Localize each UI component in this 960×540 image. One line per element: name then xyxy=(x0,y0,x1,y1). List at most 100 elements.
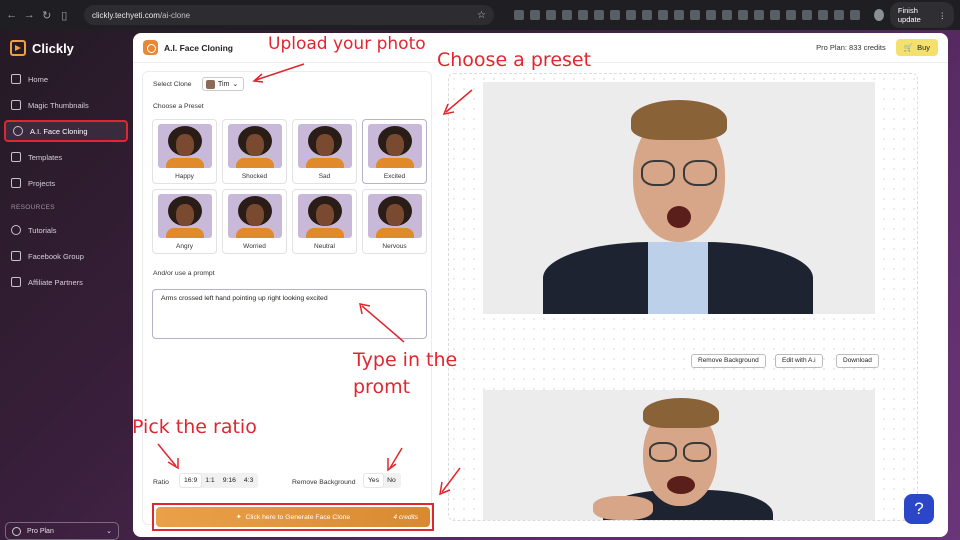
preset-label: Worried xyxy=(243,243,266,250)
extension-icon[interactable] xyxy=(578,10,588,20)
extension-icon[interactable] xyxy=(530,10,540,20)
preset-sad[interactable]: Sad xyxy=(292,119,357,184)
more-icon: ⋮ xyxy=(938,10,947,20)
finish-update-button[interactable]: Finish update ⋮ xyxy=(889,2,954,28)
plan-selector[interactable]: Pro Plan ⌄ xyxy=(5,522,119,540)
ratio-option-16-9[interactable]: 16:9 xyxy=(180,474,202,487)
preset-label: Excited xyxy=(383,173,406,180)
remove-background-label: Remove Background xyxy=(292,479,356,486)
sidebar-item-facebook-group[interactable]: Facebook Group xyxy=(4,245,128,267)
extension-icon[interactable] xyxy=(642,10,652,20)
sidebar-item-home[interactable]: Home xyxy=(4,68,128,90)
brand-logo[interactable]: Clickly xyxy=(10,40,74,56)
sidebar-item-label: A.I. Face Cloning xyxy=(30,126,88,136)
preset-shocked[interactable]: Shocked xyxy=(222,119,287,184)
preset-angry[interactable]: Angry xyxy=(152,189,217,254)
bookmark-star-icon[interactable]: ☆ xyxy=(477,10,486,21)
sidebar: Clickly Home Magic Thumbnails A.I. Face … xyxy=(0,30,132,540)
sparkle-icon: ✦ xyxy=(235,514,242,521)
preset-label: Shocked xyxy=(241,173,268,180)
figure-mouth xyxy=(667,476,695,494)
sidebar-item-label: Magic Thumbnails xyxy=(28,100,89,110)
page-title: A.I. Face Cloning xyxy=(164,42,233,53)
remove-background-no[interactable]: No xyxy=(383,474,400,487)
extension-icon[interactable] xyxy=(514,10,524,20)
extension-icon[interactable] xyxy=(802,10,812,20)
sidebar-item-tutorials[interactable]: Tutorials xyxy=(4,219,128,241)
annotation-upload: Upload your photo xyxy=(268,34,426,54)
generate-label: Click here to Generate Face Clone xyxy=(245,513,351,521)
preset-nervous[interactable]: Nervous xyxy=(362,189,427,254)
extension-icon[interactable] xyxy=(706,10,716,20)
clone-avatar xyxy=(206,79,215,89)
extension-icon[interactable] xyxy=(658,10,668,20)
clone-select[interactable]: Tim ⌄ xyxy=(202,77,244,91)
extension-icon[interactable] xyxy=(850,10,860,20)
sidebar-item-face-cloning[interactable]: A.I. Face Cloning xyxy=(4,120,128,142)
preset-neutral[interactable]: Neutral xyxy=(292,189,357,254)
clone-form: Select Clone Tim ⌄ Choose a Preset Happy… xyxy=(142,71,434,531)
extension-icon[interactable] xyxy=(690,10,700,20)
extension-icon[interactable] xyxy=(562,10,572,20)
remove-background-button[interactable]: Remove Background xyxy=(691,354,766,368)
extension-icon[interactable] xyxy=(722,10,732,20)
sidebar-toggle-icon[interactable]: ▯ xyxy=(59,9,71,22)
brand-name: Clickly xyxy=(32,40,74,56)
extension-icon[interactable] xyxy=(610,10,620,20)
edit-with-ai-button[interactable]: Edit with A.i xyxy=(775,354,823,368)
result-image[interactable] xyxy=(483,390,875,520)
chevron-down-icon: ⌄ xyxy=(106,528,112,535)
extension-icon[interactable] xyxy=(626,10,636,20)
preset-thumbnail xyxy=(297,194,352,238)
address-bar[interactable]: clickly.techyeti.com /ai-clone ☆ xyxy=(84,5,494,25)
remove-background-toggle: Yes No xyxy=(363,473,401,488)
extension-icon[interactable] xyxy=(834,10,844,20)
buy-button[interactable]: 🛒 Buy xyxy=(895,39,938,56)
forward-icon[interactable]: → xyxy=(24,9,36,21)
prompt-value: Arms crossed left hand pointing up right… xyxy=(161,295,328,302)
reload-icon[interactable]: ↻ xyxy=(41,9,53,22)
credits-display: Pro Plan: 833 credits xyxy=(816,43,886,52)
sidebar-item-projects[interactable]: Projects xyxy=(4,172,128,194)
sidebar-item-templates[interactable]: Templates xyxy=(4,146,128,168)
extensions-bar xyxy=(514,10,860,20)
extension-icon[interactable] xyxy=(754,10,764,20)
extension-icon[interactable] xyxy=(818,10,828,20)
generate-button[interactable]: ✦ Click here to Generate Face Clone 4 cr… xyxy=(156,507,430,527)
help-button[interactable]: ? xyxy=(904,494,934,524)
preset-label: Sad xyxy=(318,173,331,180)
wand-icon xyxy=(11,100,21,110)
extension-icon[interactable] xyxy=(674,10,684,20)
ratio-option-9-16[interactable]: 9:16 xyxy=(219,474,240,487)
extension-icon[interactable] xyxy=(594,10,604,20)
ratio-option-4-3[interactable]: 4:3 xyxy=(240,474,257,487)
extension-icon[interactable] xyxy=(546,10,556,20)
ratio-option-1-1[interactable]: 1:1 xyxy=(201,474,218,487)
extension-icon[interactable] xyxy=(786,10,796,20)
result-image[interactable] xyxy=(483,82,875,314)
preset-happy[interactable]: Happy xyxy=(152,119,217,184)
preset-thumbnail xyxy=(367,124,422,168)
remove-background-yes[interactable]: Yes xyxy=(364,474,384,487)
sidebar-item-affiliate-partners[interactable]: Affiliate Partners xyxy=(4,271,128,293)
annotation-preset: Choose a preset xyxy=(437,49,592,71)
url-path: /ai-clone xyxy=(159,10,191,20)
download-button[interactable]: Download xyxy=(836,354,879,368)
sidebar-nav: Home Magic Thumbnails A.I. Face Cloning … xyxy=(4,68,128,297)
sidebar-item-magic-thumbnails[interactable]: Magic Thumbnails xyxy=(4,94,128,116)
extension-icon[interactable] xyxy=(738,10,748,20)
preset-excited[interactable]: Excited xyxy=(362,119,427,184)
sidebar-item-label: Facebook Group xyxy=(28,251,84,261)
back-icon[interactable]: ← xyxy=(6,9,18,21)
facebook-icon xyxy=(11,251,21,261)
choose-preset-label: Choose a Preset xyxy=(153,103,204,110)
preset-thumbnail xyxy=(297,124,352,168)
handshake-icon xyxy=(11,277,21,287)
extension-icon[interactable] xyxy=(770,10,780,20)
ratio-selector: 16:9 1:1 9:16 4:3 xyxy=(179,473,259,488)
home-icon xyxy=(11,74,21,84)
profile-avatar-icon[interactable] xyxy=(874,9,884,21)
preset-worried[interactable]: Worried xyxy=(222,189,287,254)
preset-thumbnail xyxy=(157,194,212,238)
prompt-input[interactable]: Arms crossed left hand pointing up right… xyxy=(152,289,427,339)
